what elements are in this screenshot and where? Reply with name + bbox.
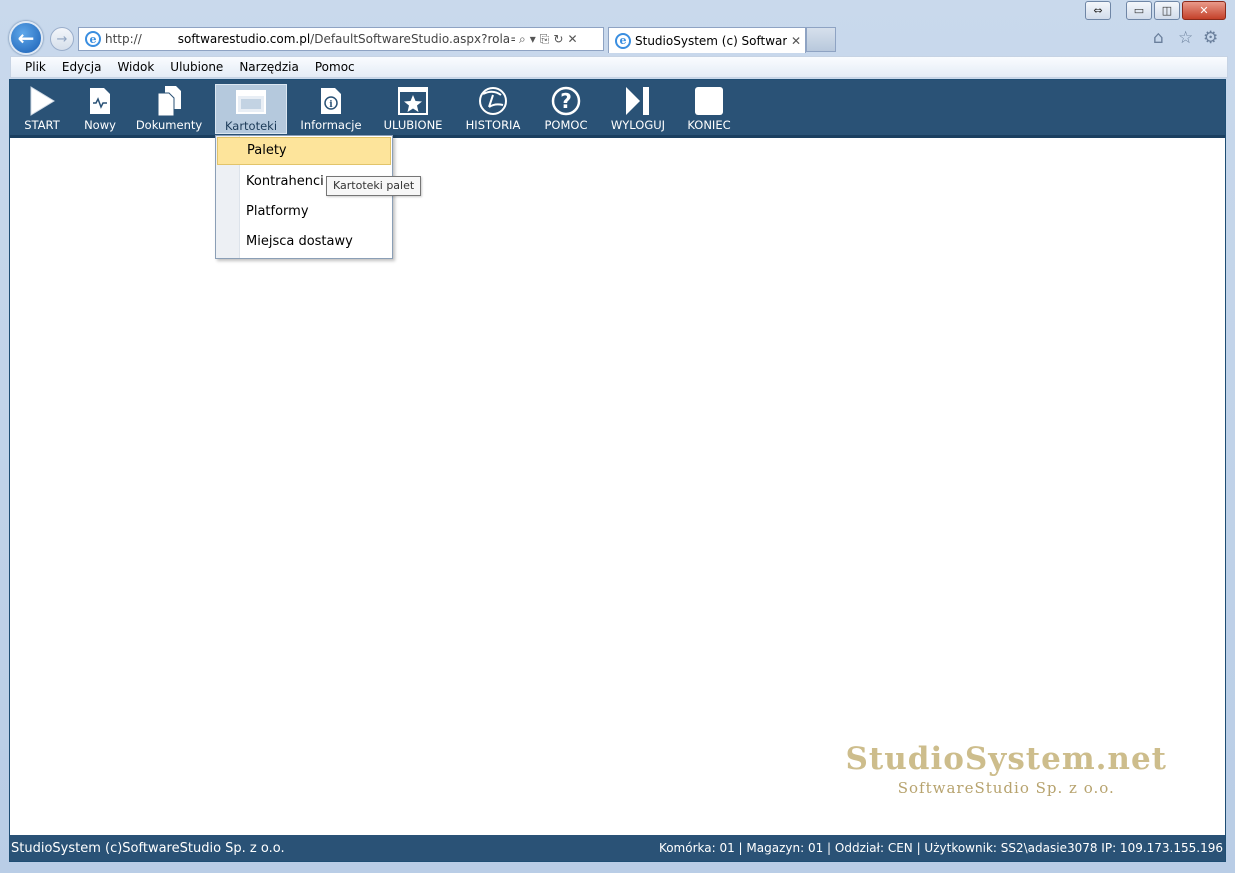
settings-gear-icon[interactable]: ⚙	[1203, 28, 1218, 48]
toolbar-label: Dokumenty	[135, 118, 203, 132]
browser-menubar: Plik Edycja Widok Ulubione Narzędzia Pom…	[10, 56, 1228, 78]
tab-active[interactable]: e StudioSystem (c) SoftwareS... ✕	[608, 27, 806, 53]
toolbar-wyloguj-button[interactable]: WYLOGUJ	[607, 84, 669, 134]
svg-text:?: ?	[560, 89, 572, 113]
main-content: StudioSystem.net SoftwareStudio Sp. z o.…	[10, 138, 1225, 835]
documents-icon	[134, 84, 204, 118]
toolbar-label: Informacje	[300, 118, 362, 132]
restore-icon[interactable]: ⇔	[1085, 1, 1111, 20]
tab-close-icon[interactable]: ✕	[791, 34, 801, 48]
new-tab-button[interactable]	[806, 27, 836, 52]
search-icon[interactable]: ⌕	[519, 32, 526, 47]
dropdown-item-palety[interactable]: Palety	[217, 137, 391, 165]
ie-page-icon: e	[85, 31, 101, 47]
close-icon[interactable]: ✕	[1182, 1, 1226, 20]
toolbar-label: KONIEC	[687, 118, 731, 132]
menu-ulubione[interactable]: Ulubione	[170, 60, 223, 74]
app-window: START Nowy Dokumenty Kartoteki i Informa…	[9, 79, 1226, 862]
tooltip: Kartoteki palet	[326, 176, 422, 196]
history-icon	[462, 84, 524, 118]
refresh-icon[interactable]: ↻	[553, 32, 563, 46]
menu-widok[interactable]: Widok	[117, 60, 154, 74]
logout-icon	[607, 84, 669, 118]
dropdown-arrow-icon[interactable]: ▾	[530, 32, 536, 46]
window-controls: ⇔	[1083, 1, 1111, 20]
toolbar-label: Kartoteki	[224, 119, 278, 133]
menu-plik[interactable]: Plik	[25, 60, 46, 74]
minimize-icon[interactable]: ▭	[1126, 1, 1152, 20]
address-path: /DefaultSoftwareStudio.aspx?rola=Palety8	[310, 32, 515, 46]
tab-title: StudioSystem (c) SoftwareS...	[635, 33, 787, 48]
svg-text:i: i	[329, 100, 333, 110]
toolbar-label: POMOC	[544, 118, 588, 132]
status-copyright: StudioSystem (c)SoftwareStudio Sp. z o.o…	[11, 840, 285, 856]
new-document-icon	[80, 84, 120, 118]
dropdown-item-platformy[interactable]: Platformy	[217, 198, 391, 226]
watermark-title: StudioSystem.net	[845, 741, 1167, 777]
toolbar-label: ULUBIONE	[383, 118, 443, 132]
toolbar-label: WYLOGUJ	[610, 118, 666, 132]
browser-chrome: ⇔ ▭ ◫ ✕ ← → e http:// softwarestudio.com.…	[0, 0, 1235, 56]
maximize-icon[interactable]: ◫	[1154, 1, 1180, 20]
toolbar-pomoc-button[interactable]: ? POMOC	[542, 84, 590, 134]
address-host: softwarestudio.com.pl	[177, 32, 311, 46]
toolbar-historia-button[interactable]: HISTORIA	[462, 84, 524, 134]
toolbar-informacje-button[interactable]: i Informacje	[298, 84, 364, 134]
dropdown-item-miejsca-dostawy[interactable]: Miejsca dostawy	[217, 228, 391, 256]
info-icon: i	[298, 84, 364, 118]
favorites-star-icon[interactable]: ☆	[1178, 28, 1193, 48]
toolbar-label: START	[24, 118, 60, 132]
window-icon	[216, 85, 286, 119]
kartoteki-dropdown-menu: Palety Kontrahenci Platformy Miejsca dos…	[215, 135, 393, 259]
star-icon	[382, 84, 444, 118]
home-icon[interactable]: ⌂	[1153, 28, 1164, 48]
toolbar-start-button[interactable]: START	[18, 84, 66, 134]
address-text[interactable]: http:// softwarestudio.com.pl/DefaultSoft…	[105, 32, 515, 46]
address-bar[interactable]: e http:// softwarestudio.com.pl/DefaultSo…	[78, 27, 604, 51]
status-session-info: Komórka: 01 | Magazyn: 01 | Oddział: CEN…	[658, 841, 1223, 855]
window-controls-right: ▭ ◫ ✕	[1124, 1, 1226, 20]
help-icon: ?	[542, 84, 590, 118]
toolbar-kartoteki-button[interactable]: Kartoteki	[215, 84, 287, 134]
toolbar-dokumenty-button[interactable]: Dokumenty	[134, 84, 204, 134]
stop-square-icon	[684, 84, 734, 118]
menu-edycja[interactable]: Edycja	[62, 60, 102, 74]
watermark-subtitle: SoftwareStudio Sp. z o.o.	[897, 779, 1115, 797]
app-toolbar: START Nowy Dokumenty Kartoteki i Informa…	[10, 80, 1225, 138]
watermark: StudioSystem.net SoftwareStudio Sp. z o.…	[846, 741, 1167, 797]
toolbar-label: Nowy	[84, 118, 116, 132]
address-prefix: http://	[105, 32, 142, 46]
status-bar: StudioSystem (c)SoftwareStudio Sp. z o.o…	[10, 835, 1225, 861]
toolbar-koniec-button[interactable]: KONIEC	[684, 84, 734, 134]
toolbar-nowy-button[interactable]: Nowy	[80, 84, 120, 134]
toolbar-ulubione-button[interactable]: ULUBIONE	[382, 84, 444, 134]
menu-narzedzia[interactable]: Narzędzia	[239, 60, 299, 74]
stop-icon[interactable]: ✕	[567, 32, 577, 46]
forward-button[interactable]: →	[50, 27, 74, 51]
back-button[interactable]: ←	[9, 21, 43, 55]
toolbar-label: HISTORIA	[465, 118, 521, 132]
ie-tab-icon: e	[615, 32, 631, 49]
compat-view-icon[interactable]: ⎘	[540, 32, 550, 47]
menu-pomoc[interactable]: Pomoc	[315, 60, 355, 74]
play-icon	[18, 84, 66, 118]
